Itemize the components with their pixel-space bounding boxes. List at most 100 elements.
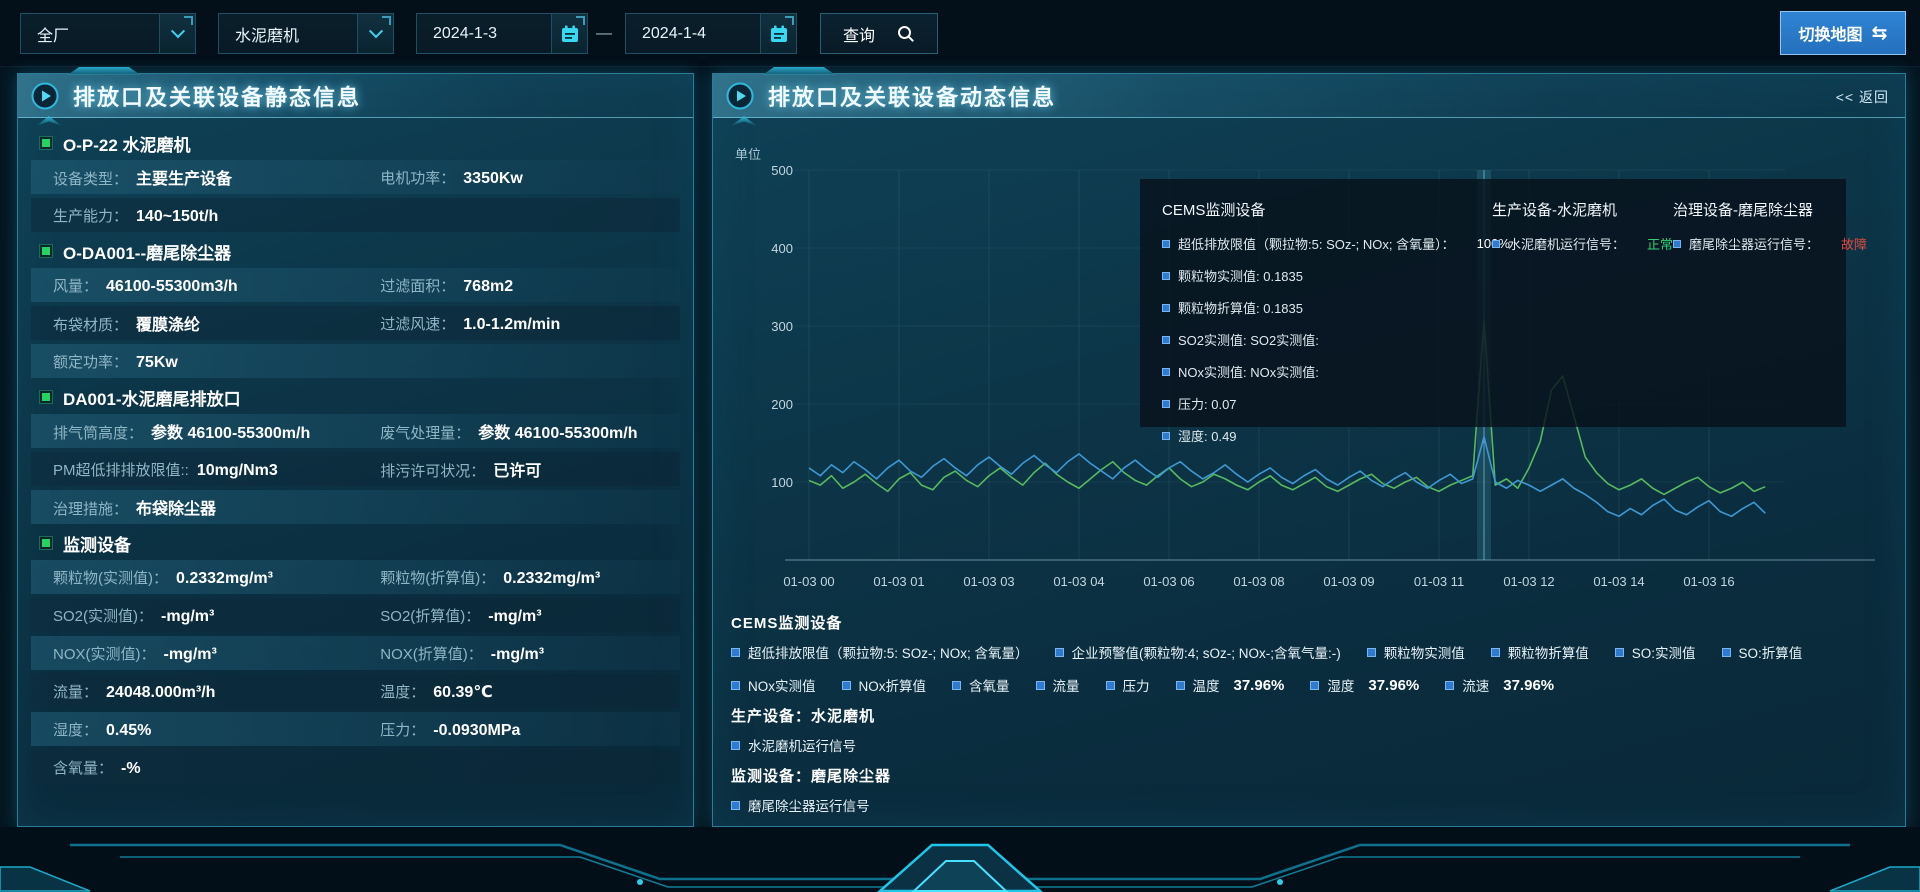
legend-item[interactable]: 压力 [1106,675,1150,695]
green-square-icon [39,390,53,404]
legend-item-label: 温度 [1193,675,1220,695]
legend-items: 磨尾除尘器运行信号 [731,795,1887,815]
info-cell: PM超低排排放限值::10mg/Nm3 [33,459,360,480]
table-row: 颗粒物(实测值)：0.2332mg/m³颗粒物(折算值)：0.2332mg/m³ [31,560,680,594]
legend-item[interactable]: 颗粒物折算值 [1491,642,1589,662]
field-value: 140~150t/h [136,208,218,225]
legend-item-label: 超低排放限值（颗拉物:5: SOz-; NOx; 含氧量） [748,642,1029,662]
legend-item[interactable]: SO:折算值 [1722,642,1803,662]
query-button[interactable]: 查询 [820,13,938,54]
field-value: 768m2 [463,278,513,295]
field-label: 治理措施： [53,501,128,518]
info-cell: 设备类型：主要生产设备 [33,165,360,189]
info-cell: 含氧量：-% [33,757,360,778]
info-cell: 风量：46100-55300m3/h [33,275,360,296]
y-tick-label: 400 [771,241,793,256]
calendar-icon[interactable] [551,14,587,53]
field-label: 废气处理量： [380,425,470,442]
field-value: 46100-55300m3/h [106,278,238,295]
tooltip-item-text: 湿度: 0.49 [1178,426,1237,445]
field-value: -mg/m³ [491,646,544,663]
field-value: 24048.000m³/h [106,684,215,701]
device-select[interactable]: 水泥磨机 [218,13,394,54]
field-value: 布袋除尘器 [136,501,216,518]
date-range-separator: — [596,13,612,54]
legend-item-label: SO:实测值 [1632,642,1696,662]
field-value: 1.0-1.2m/min [463,316,560,333]
info-cell: 废气处理量：参数 46100-55300m/h [360,419,678,443]
field-value: -mg/m³ [161,608,214,625]
field-value: 0.45% [106,722,151,739]
blue-square-icon [1445,681,1454,690]
dynamic-panel-title: 排放口及关联设备动态信息 [768,80,1056,112]
legend-item[interactable]: 超低排放限值（颗拉物:5: SOz-; NOx; 含氧量） [731,642,1029,662]
blue-square-icon [1367,648,1376,657]
legend-item[interactable]: 水泥磨机运行信号 [731,735,856,755]
end-date-input[interactable]: 2024-1-4 [625,13,797,54]
legend-items: 超低排放限值（颗拉物:5: SOz-; NOx; 含氧量） 企业预警值(颗粒物:4… [731,642,1887,695]
info-cell: 流量： 24048.000m³/h [33,681,360,702]
x-tick-label: 01-03 14 [1593,574,1644,589]
blue-square-icon [1162,240,1170,248]
legend-item[interactable]: SO:实测值 [1615,642,1696,662]
info-cell: 颗粒物(折算值)：0.2332mg/m³ [360,567,678,588]
legend-item-label: 流速 [1462,675,1489,695]
blue-square-icon [1106,681,1115,690]
dynamic-info-panel: 排放口及关联设备动态信息 << 返回 单位 50040030020010001-… [712,73,1906,827]
legend-item-label: 企业预警值(颗粒物:4; sOz-; NOx-;含氧气量:-) [1072,642,1341,662]
info-cell: 布袋材质：覆膜涤纶 [33,311,360,335]
plant-select[interactable]: 全厂 [20,13,196,54]
legend-item[interactable]: 企业预警值(颗粒物:4; sOz-; NOx-;含氧气量:-) [1055,642,1341,662]
info-cell: 额定功率：75Kw [33,351,360,372]
y-tick-label: 100 [771,475,793,490]
info-cell: 生产能力：140~150t/h [33,205,360,226]
legend-item[interactable]: 流量 [1036,675,1080,695]
x-tick-label: 01-03 03 [963,574,1014,589]
legend-item-value: 37.96% [1368,677,1419,694]
tooltip-column-title: CEMS监测设备 [1162,199,1492,220]
legend-item[interactable]: NOx实测值 [731,675,816,695]
legend-item-label: 颗粒物实测值 [1384,642,1465,662]
chevron-down-icon[interactable] [357,14,393,53]
switch-map-label: 切换地图 [1799,21,1863,45]
legend-item[interactable]: NOx折算值 [842,675,927,695]
blue-square-icon [731,681,740,690]
field-label: 设备类型： [53,171,128,188]
static-info-panel: 排放口及关联设备静态信息 O-P-22 水泥磨机设备类型：主要生产设备电机功率：… [17,73,694,827]
start-date-input[interactable]: 2024-1-3 [416,13,588,54]
calendar-icon[interactable] [760,14,796,53]
x-tick-label: 01-03 11 [1414,574,1464,589]
section-heading-label: O-DA001--磨尾除尘器 [63,239,231,264]
field-label: SO2(实测值)： [53,608,153,625]
tooltip-item-text: 颗粒物实测值: 0.1835 [1178,266,1303,285]
field-label: 布袋材质： [53,317,128,334]
tooltip-item: 颗粒物实测值: 0.1835 [1162,266,1492,285]
bottom-decoration [0,827,1920,892]
x-tick-label: 01-03 09 [1323,574,1374,589]
back-link[interactable]: << 返回 [1836,87,1889,107]
play-icon [726,82,754,110]
legend-item[interactable]: 磨尾除尘器运行信号 [731,795,870,815]
blue-square-icon [1162,272,1170,280]
tooltip-column: CEMS监测设备超低排放限值（颗拉物:5: SOz-; NOx; 含氧量）：10… [1162,199,1492,427]
tooltip-item: SO2实测值: SO2实测值: [1162,330,1492,349]
legend-item[interactable]: 含氧量 [952,675,1010,695]
x-tick-label: 01-03 01 [873,574,924,589]
legend-group-title: 监测设备：磨尾除尘器 [731,765,1887,786]
blue-square-icon [731,741,740,750]
switch-map-button[interactable]: 切换地图 ⇆ [1780,11,1906,55]
field-label: 过滤面积： [380,278,455,295]
dynamic-info-header: 排放口及关联设备动态信息 << 返回 [713,74,1905,118]
legend-item[interactable]: 流速37.96% [1445,675,1554,695]
legend-item[interactable]: 颗粒物实测值 [1367,642,1465,662]
info-cell: SO2(实测值)： -mg/m³ [33,605,360,626]
section-heading: O-P-22 水泥磨机 [33,128,680,158]
table-row: 额定功率：75Kw [31,344,680,378]
info-cell: 过滤风速：1.0-1.2m/min [360,313,678,334]
field-label: 流量： [53,684,98,701]
dashboard-root: 全厂 水泥磨机 2024-1-3 — 2024-1-4 查询 切换地图 ⇆ [0,0,1920,892]
legend-item[interactable]: 湿度37.96% [1310,675,1419,695]
chevron-down-icon[interactable] [159,14,195,53]
legend-item[interactable]: 温度37.96% [1176,675,1285,695]
table-row: 含氧量：-% [31,750,680,784]
